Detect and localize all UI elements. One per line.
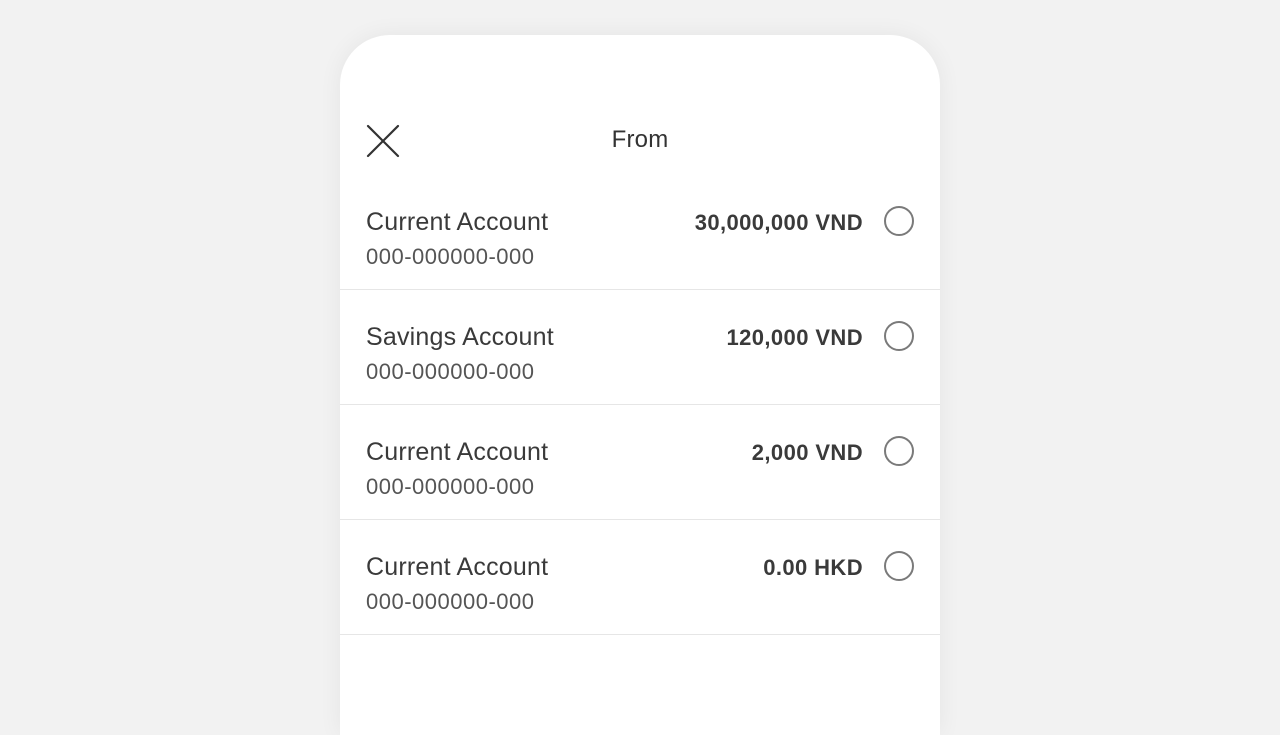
account-name: Savings Account: [366, 323, 554, 351]
account-radio-button[interactable]: [884, 436, 914, 466]
account-number: 000-000000-000: [366, 359, 535, 384]
account-name: Current Account: [366, 438, 549, 466]
account-radio-button[interactable]: [884, 551, 914, 581]
account-radio-button[interactable]: [884, 321, 914, 351]
sheet-header: From: [340, 120, 940, 162]
account-balance: 0.00 HKD: [763, 555, 863, 580]
account-radio-button[interactable]: [884, 206, 914, 236]
account-balance: 2,000 VND: [751, 440, 863, 465]
account-number: 000-000000-000: [366, 589, 535, 614]
account-picker-sheet: From Current Account 000-000000-000 30,0…: [340, 35, 940, 735]
account-name: Current Account: [366, 553, 549, 581]
sheet-title: From: [611, 126, 669, 153]
account-number: 000-000000-000: [366, 474, 535, 499]
account-row[interactable]: Current Account 000-000000-000 2,000 VND: [340, 405, 940, 520]
account-balance: 120,000 VND: [726, 325, 863, 350]
account-row[interactable]: Current Account 000-000000-000 30,000,00…: [340, 175, 940, 290]
account-balance: 30,000,000 VND: [694, 210, 863, 235]
account-row[interactable]: Current Account 000-000000-000 0.00 HKD: [340, 520, 940, 635]
account-name: Current Account: [366, 208, 549, 236]
account-number: 000-000000-000: [366, 244, 535, 269]
account-row[interactable]: Savings Account 000-000000-000 120,000 V…: [340, 290, 940, 405]
account-list: Current Account 000-000000-000 30,000,00…: [340, 175, 940, 635]
